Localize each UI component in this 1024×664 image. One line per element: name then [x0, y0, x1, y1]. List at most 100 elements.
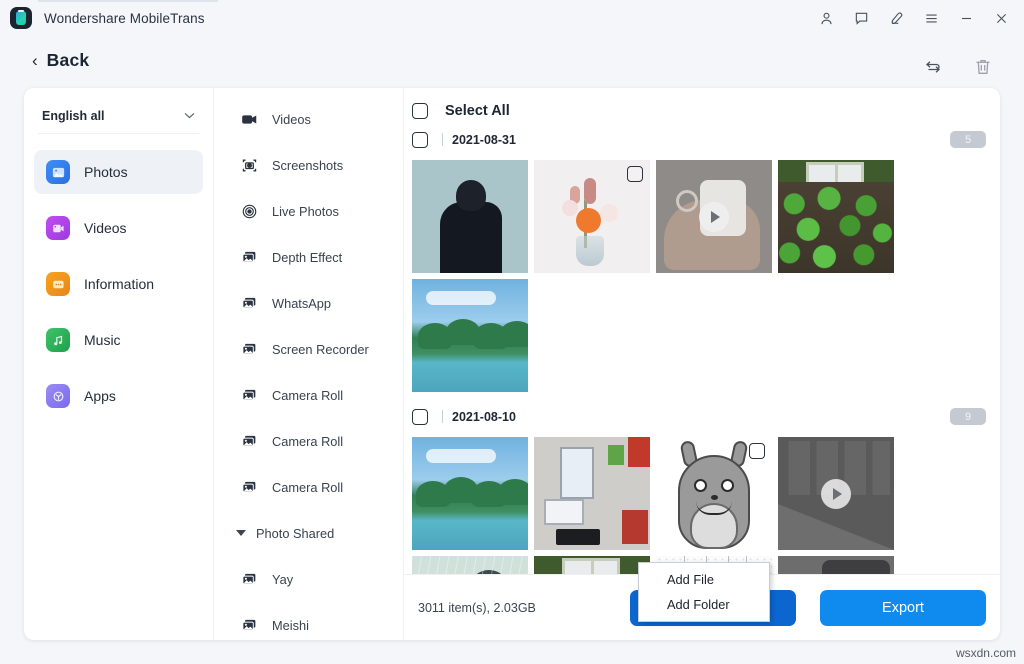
- close-icon[interactable]: [986, 4, 1016, 32]
- album-item-camera-roll-3[interactable]: Camera Roll: [214, 464, 403, 510]
- music-icon: [46, 328, 70, 352]
- photo-thumbnail[interactable]: [534, 437, 650, 550]
- sidebar-item-label: Information: [84, 276, 154, 292]
- album-item-screenshots[interactable]: Screenshots: [214, 142, 403, 188]
- album-item-label: Screenshots: [272, 158, 343, 173]
- group-checkbox[interactable]: [412, 132, 428, 148]
- photo-checkbox[interactable]: [749, 443, 765, 459]
- primary-sidebar-list: Photos Videos: [24, 150, 213, 418]
- sidebar-item-apps[interactable]: Apps: [34, 374, 203, 418]
- album-item-screen-recorder[interactable]: Screen Recorder: [214, 326, 403, 372]
- album-item-depth-effect[interactable]: Depth Effect: [214, 234, 403, 280]
- edit-pen-icon[interactable]: [881, 4, 911, 32]
- album-item-label: Screen Recorder: [272, 342, 369, 357]
- photo-image: [534, 556, 650, 574]
- photo-thumbnail[interactable]: [412, 556, 528, 574]
- album-group-label: Photo Shared: [256, 526, 334, 541]
- group-count-badge: 5: [950, 131, 986, 148]
- photo-image: [412, 160, 528, 273]
- trash-icon[interactable]: [972, 56, 994, 78]
- screenshot-icon: [240, 156, 258, 174]
- photo-image: [778, 556, 894, 574]
- videos-icon: [46, 216, 70, 240]
- photo-thumbnail-video[interactable]: [778, 556, 894, 574]
- sync-icon[interactable]: [922, 56, 944, 78]
- photo-image: [412, 437, 528, 550]
- photo-thumbnail[interactable]: [412, 279, 528, 392]
- back-label: Back: [47, 50, 90, 71]
- photo-stack-icon: [240, 478, 258, 496]
- live-photos-icon: [240, 202, 258, 220]
- back-row: ‹ Back: [0, 40, 1024, 80]
- album-item-label: Camera Roll: [272, 480, 343, 495]
- sidebar-item-label: Apps: [84, 388, 116, 404]
- play-icon[interactable]: [699, 202, 729, 232]
- photo-stack-icon: [240, 248, 258, 266]
- album-item-camera-roll-2[interactable]: Camera Roll: [214, 418, 403, 464]
- title-tab-underline: [38, 0, 218, 2]
- titlebar-buttons: [811, 0, 1016, 36]
- primary-sidebar: English all Photos: [24, 88, 214, 640]
- minimize-icon[interactable]: [951, 4, 981, 32]
- back-button[interactable]: ‹ Back: [32, 50, 89, 71]
- group-count-badge: 9: [950, 408, 986, 425]
- album-item-camera-roll-1[interactable]: Camera Roll: [214, 372, 403, 418]
- photo-image: [412, 556, 528, 574]
- context-menu-item-add-folder[interactable]: Add Folder: [639, 592, 769, 617]
- video-camera-icon: [240, 110, 258, 128]
- back-chevron-icon: ‹: [32, 52, 38, 69]
- sidebar-item-information[interactable]: Information: [34, 262, 203, 306]
- sidebar-item-label: Videos: [84, 220, 127, 236]
- photos-icon: [46, 160, 70, 184]
- photo-stack-icon: [240, 294, 258, 312]
- export-button[interactable]: Export: [820, 590, 986, 626]
- photo-scroll-area[interactable]: Select All 2021-08-31 5: [404, 88, 1000, 574]
- album-item-live-photos[interactable]: Live Photos: [214, 188, 403, 234]
- sidebar-item-videos[interactable]: Videos: [34, 206, 203, 250]
- photo-thumbnail[interactable]: [412, 160, 528, 273]
- feedback-icon[interactable]: [846, 4, 876, 32]
- hamburger-menu-icon[interactable]: [916, 4, 946, 32]
- photo-stack-icon: [240, 570, 258, 588]
- photo-thumbnail[interactable]: [534, 160, 650, 273]
- application-window: Wondershare MobileTrans: [0, 0, 1024, 664]
- account-icon[interactable]: [811, 4, 841, 32]
- album-item-label: Camera Roll: [272, 434, 343, 449]
- album-item-whatsapp[interactable]: WhatsApp: [214, 280, 403, 326]
- photo-thumbnail[interactable]: [778, 160, 894, 273]
- album-item-yay[interactable]: Yay: [214, 556, 403, 602]
- sidebar-item-photos[interactable]: Photos: [34, 150, 203, 194]
- group-date-label: 2021-08-31: [452, 133, 516, 147]
- context-menu-item-add-file[interactable]: Add File: [639, 567, 769, 592]
- photo-thumbnail[interactable]: [412, 437, 528, 550]
- language-selector[interactable]: English all: [38, 104, 199, 134]
- photo-thumbnail-video[interactable]: [656, 160, 772, 273]
- photo-checkbox[interactable]: [627, 166, 643, 182]
- apps-icon: [46, 384, 70, 408]
- group-checkbox[interactable]: [412, 409, 428, 425]
- photo-grid: [404, 154, 1000, 392]
- photo-grid: [404, 431, 1000, 574]
- photo-image: [412, 279, 528, 392]
- album-item-videos[interactable]: Videos: [214, 96, 403, 142]
- photo-thumbnail-video[interactable]: [778, 437, 894, 550]
- photo-thumbnail[interactable]: [656, 437, 772, 550]
- context-menu: Add File Add Folder: [638, 562, 770, 622]
- album-item-meishi[interactable]: Meishi: [214, 602, 403, 640]
- sidebar-item-music[interactable]: Music: [34, 318, 203, 362]
- album-item-label: Videos: [272, 112, 311, 127]
- select-all-checkbox[interactable]: [412, 103, 428, 119]
- mobiletrans-logo-icon: [10, 7, 32, 29]
- divider: [442, 133, 443, 146]
- select-all-row: Select All: [404, 96, 1000, 125]
- photo-thumbnail[interactable]: [534, 556, 650, 574]
- photo-image: [534, 437, 650, 550]
- album-item-label: Depth Effect: [272, 250, 342, 265]
- play-icon[interactable]: [821, 479, 851, 509]
- chevron-down-icon: [184, 110, 199, 122]
- information-icon: [46, 272, 70, 296]
- divider: [442, 410, 443, 423]
- main-panel: English all Photos: [24, 88, 1000, 640]
- album-group-photo-shared[interactable]: Photo Shared: [214, 510, 403, 556]
- album-item-label: Meishi: [272, 618, 309, 633]
